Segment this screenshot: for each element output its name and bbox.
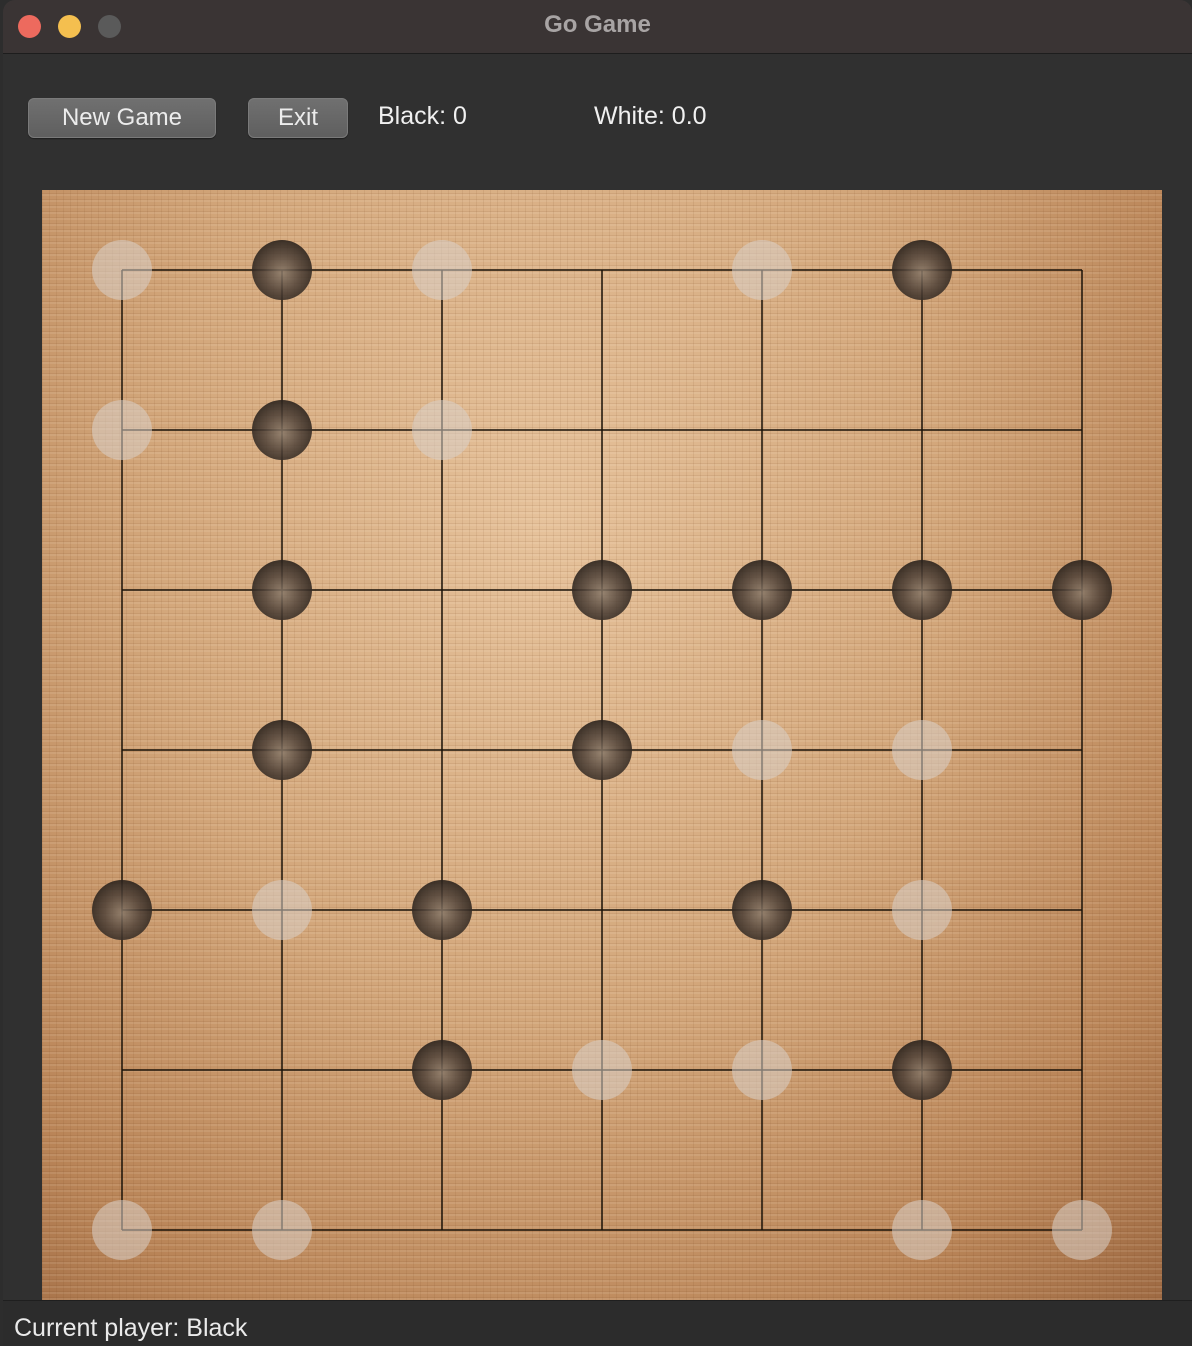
white-stone [732, 240, 792, 300]
white-stone [92, 400, 152, 460]
white-stone [92, 240, 152, 300]
black-stone [572, 560, 632, 620]
black-stone [252, 560, 312, 620]
black-stone [572, 720, 632, 780]
black-stone [252, 240, 312, 300]
exit-button[interactable]: Exit [248, 98, 348, 138]
white-stone [732, 1040, 792, 1100]
black-stone [1052, 560, 1112, 620]
black-score: Black: 0 [378, 102, 467, 130]
black-stone [252, 720, 312, 780]
white-stone [412, 240, 472, 300]
white-stone [1052, 1200, 1112, 1260]
black-stone [252, 400, 312, 460]
board-grid[interactable] [42, 190, 1162, 1300]
white-stone [412, 400, 472, 460]
current-player-label: Current player: Black [14, 1314, 248, 1342]
black-stone [732, 880, 792, 940]
black-stone [892, 560, 952, 620]
black-stone [732, 560, 792, 620]
game-window: Go Game New Game Exit Black: 0 White: 0.… [3, 0, 1192, 1346]
white-stone [892, 720, 952, 780]
black-stone [412, 1040, 472, 1100]
white-score: White: 0.0 [594, 102, 707, 130]
black-stone [412, 880, 472, 940]
white-stone [892, 1200, 952, 1260]
black-stone [892, 240, 952, 300]
white-stone [92, 1200, 152, 1260]
white-stone [252, 1200, 312, 1260]
black-stone [892, 1040, 952, 1100]
title-bar: Go Game [3, 0, 1192, 54]
go-board[interactable] [42, 190, 1162, 1300]
window-title: Go Game [544, 11, 651, 38]
black-stone [92, 880, 152, 940]
white-stone [252, 880, 312, 940]
new-game-button[interactable]: New Game [28, 98, 216, 138]
status-bar: Current player: Black [3, 1300, 1192, 1346]
white-stone [732, 720, 792, 780]
white-stone [572, 1040, 632, 1100]
white-stone [892, 880, 952, 940]
